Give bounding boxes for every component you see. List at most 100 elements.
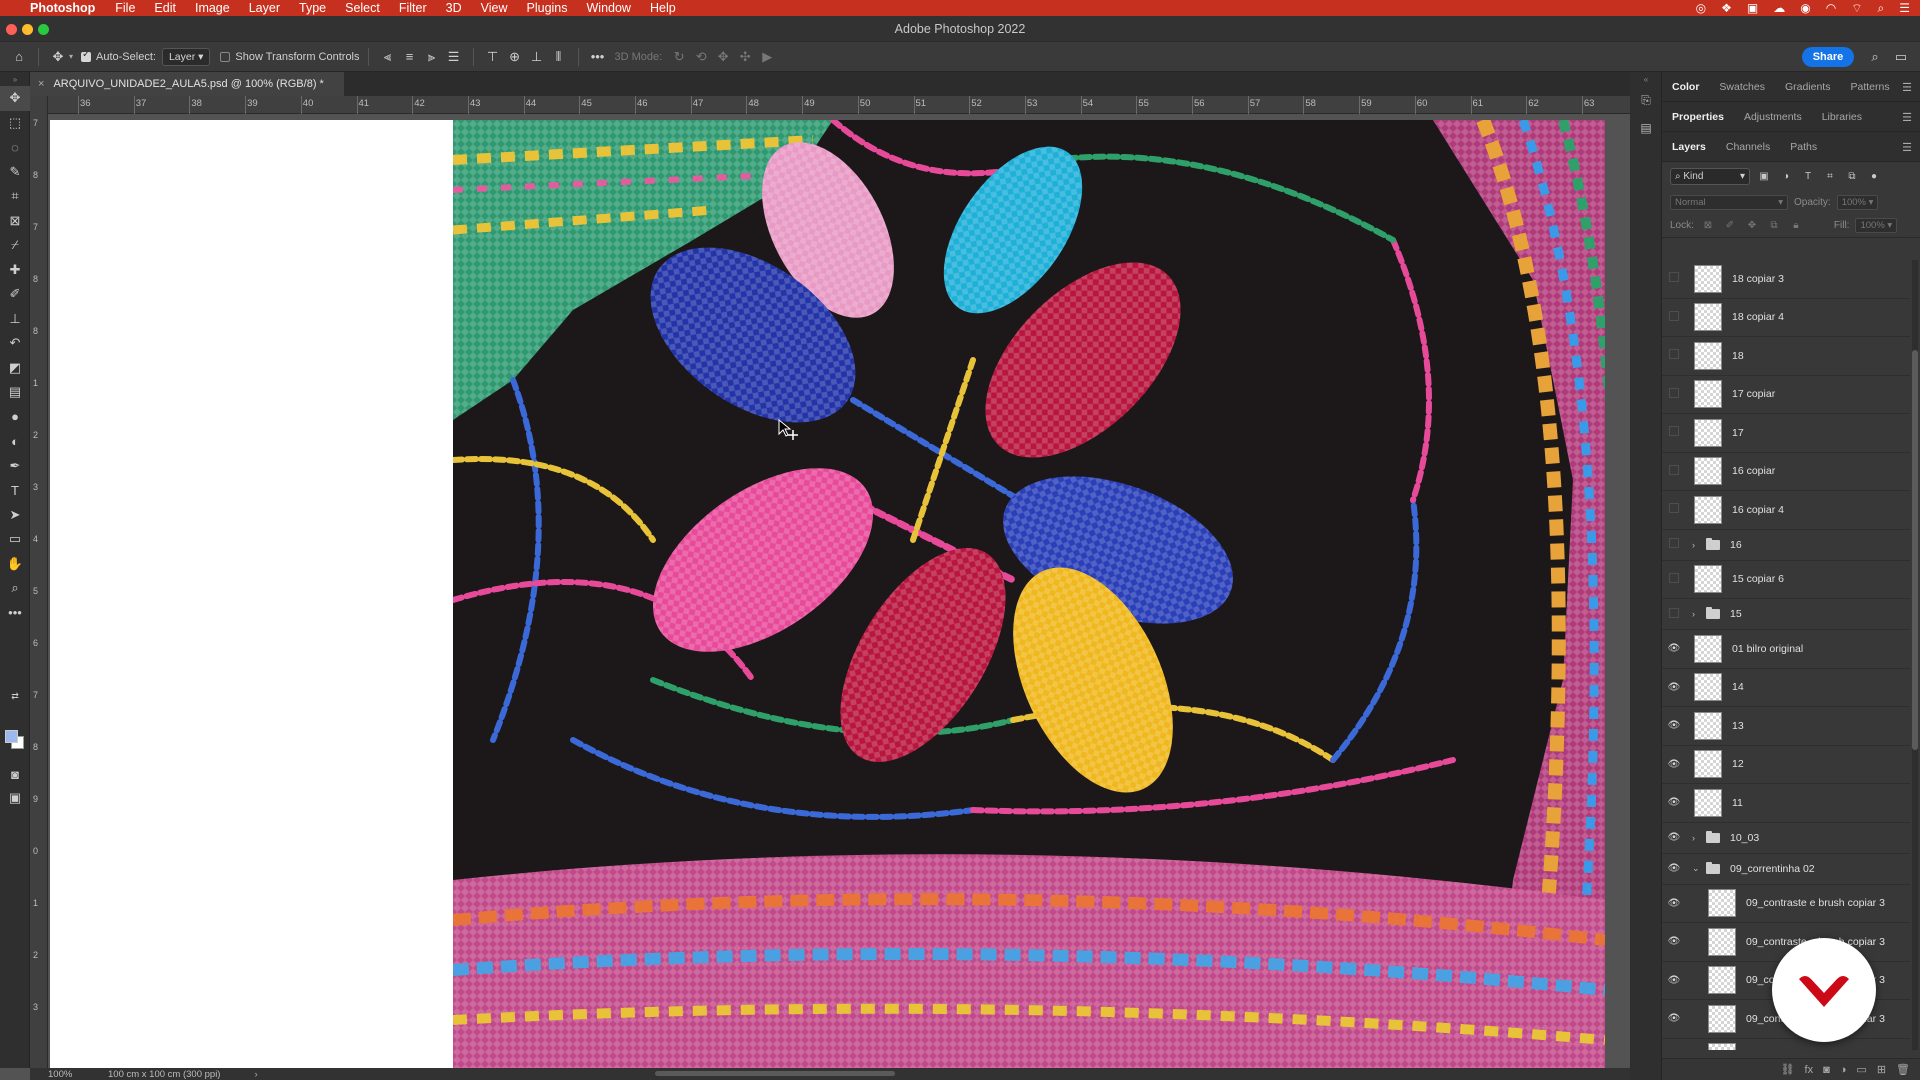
healing-brush-tool-icon[interactable]: ✚ (0, 258, 30, 283)
layer-row[interactable]: 18 copiar 3 (1662, 260, 1910, 299)
new-group-icon[interactable]: ▭ (1856, 1063, 1866, 1076)
blur-tool-icon[interactable]: ● (0, 405, 30, 430)
rectangle-tool-icon[interactable]: ▭ (0, 527, 30, 552)
pixel-filter-icon[interactable]: ▣ (1756, 171, 1772, 182)
layers-scrollbar[interactable] (1912, 260, 1918, 1050)
tab-color[interactable]: Color (1662, 81, 1709, 93)
layer-row[interactable]: 17 copiar (1662, 376, 1910, 414)
layer-row[interactable]: 17 (1662, 414, 1910, 453)
visibility-eye-icon[interactable] (1662, 272, 1686, 285)
more-options-icon[interactable]: ••• (587, 46, 609, 68)
search-icon[interactable]: ⌕ (1878, 1, 1885, 16)
layer-row[interactable]: 👁︎09_contraste e brush copiar 2 (1662, 1039, 1910, 1050)
brush-tool-icon[interactable]: ✐ (0, 282, 30, 307)
zoom-level[interactable]: 100% (48, 1069, 98, 1080)
align-top-icon[interactable]: ⊤ (482, 46, 504, 68)
lock-artboard-icon[interactable]: ⧉ (1766, 220, 1782, 231)
layer-row[interactable]: 16 copiar 4 (1662, 491, 1910, 530)
menu-file[interactable]: File (115, 1, 135, 15)
menu-type[interactable]: Type (299, 1, 326, 15)
visibility-eye-icon[interactable]: 👁︎ (1662, 720, 1686, 731)
3d-slide-icon[interactable]: ✣ (734, 46, 756, 68)
visibility-eye-icon[interactable] (1662, 310, 1686, 324)
opacity-field[interactable]: 100% ▾ (1836, 194, 1879, 210)
screen-mode-icon[interactable]: ▣ (0, 786, 30, 811)
distribute-icon[interactable]: ☰ (443, 46, 465, 68)
layer-group-row[interactable]: › 15 (1662, 599, 1910, 630)
visibility-eye-icon[interactable] (1662, 503, 1686, 516)
zoom-tool-icon[interactable]: ⌕ (0, 576, 30, 601)
visibility-eye-icon[interactable]: 👁︎ (1662, 975, 1686, 986)
close-document-icon[interactable]: × (38, 78, 44, 90)
tool-preset-chevron-icon[interactable]: ▾ (69, 52, 73, 61)
group-expanded-chevron-icon[interactable]: ⌄ (1692, 863, 1704, 874)
foreground-color-swatch[interactable] (5, 730, 18, 743)
layer-row[interactable]: 👁︎ 13 (1662, 707, 1910, 746)
menu-select[interactable]: Select (345, 1, 380, 15)
align-middle-icon[interactable]: ⊕ (504, 46, 526, 68)
frame-tool-icon[interactable]: ⊠ (0, 209, 30, 234)
camera-icon[interactable]: ◉ (1800, 1, 1810, 15)
dodge-tool-icon[interactable]: ◐ (0, 429, 30, 454)
group-collapsed-chevron-icon[interactable]: › (1692, 833, 1704, 843)
history-panel-icon[interactable]: ⎘ (1630, 86, 1662, 114)
minimize-window-button[interactable] (22, 24, 33, 35)
visibility-eye-icon[interactable] (1662, 464, 1686, 478)
3d-pan-icon[interactable]: ✥ (712, 46, 734, 68)
fill-field[interactable]: 100% ▾ (1855, 218, 1898, 233)
3d-roll-icon[interactable]: ⟲ (690, 46, 712, 68)
blend-mode-dropdown[interactable]: Normal ▾ (1670, 194, 1788, 210)
lock-pixels-icon[interactable]: ✐ (1722, 220, 1738, 231)
status-arrow-icon[interactable]: › (254, 1069, 257, 1080)
document-tab[interactable]: × ARQUIVO_UNIDADE2_AULA5.psd @ 100% (RGB… (30, 72, 345, 96)
lock-position-icon[interactable]: ✥ (1744, 220, 1760, 231)
lock-all-icon[interactable]: 🔒︎ (1788, 220, 1804, 231)
layer-row[interactable]: 👁︎ 11 (1662, 784, 1910, 823)
show-transform-controls-checkbox[interactable] (220, 51, 231, 62)
menu-filter[interactable]: Filter (399, 1, 427, 15)
visibility-eye-icon[interactable]: 👁︎ (1662, 797, 1686, 808)
tab-patterns[interactable]: Patterns (1840, 81, 1899, 93)
eraser-tool-icon[interactable]: ◩ (0, 356, 30, 381)
tab-adjustments[interactable]: Adjustments (1734, 111, 1812, 123)
tab-libraries[interactable]: Libraries (1812, 111, 1872, 123)
3d-orbit-icon[interactable]: ↻ (668, 46, 690, 68)
tab-paths[interactable]: Paths (1780, 141, 1827, 153)
layer-row[interactable]: 👁︎ 14 (1662, 669, 1910, 707)
airdrop-icon[interactable]: ◠ (1826, 1, 1836, 15)
visibility-eye-icon[interactable] (1662, 538, 1686, 551)
tab-properties[interactable]: Properties (1662, 111, 1734, 123)
visibility-eye-icon[interactable]: 👁︎ (1662, 643, 1686, 654)
type-filter-icon[interactable]: T (1800, 171, 1816, 182)
app-menu[interactable]: Photoshop (30, 1, 95, 15)
comments-panel-icon[interactable]: ▤ (1630, 114, 1662, 142)
align-left-icon[interactable]: ⫷ (377, 46, 399, 68)
menu-edit[interactable]: Edit (154, 1, 176, 15)
new-layer-icon[interactable]: ⊞ (1877, 1063, 1886, 1076)
menu-view[interactable]: View (481, 1, 508, 15)
3d-camera-icon[interactable]: ▶ (756, 46, 778, 68)
wifi-icon[interactable]: ⌔ (1851, 1, 1862, 16)
smart-object-filter-icon[interactable]: ⧉ (1844, 171, 1860, 182)
gradient-tool-icon[interactable]: ▤ (0, 380, 30, 405)
horizontal-ruler[interactable]: 36 37 38 39 40 41 42 43 44 45 46 47 48 49 50 51 52 53 54 55… (48, 96, 1630, 114)
align-center-icon[interactable]: ≡ (399, 46, 421, 68)
clone-stamp-tool-icon[interactable]: ⊥ (0, 307, 30, 332)
hand-tool-icon[interactable]: ✋ (0, 552, 30, 577)
visibility-eye-icon[interactable]: 👁︎ (1662, 682, 1686, 693)
visibility-eye-icon[interactable] (1662, 572, 1686, 586)
align-bottom-icon[interactable]: ⊥ (526, 46, 548, 68)
zoom-window-button[interactable] (38, 24, 49, 35)
auto-select-checkbox[interactable] (81, 49, 92, 62)
link-layers-icon[interactable]: ⛓ (1781, 1063, 1795, 1076)
pen-tool-icon[interactable]: ✒ (0, 454, 30, 479)
path-selection-tool-icon[interactable]: ➤ (0, 503, 30, 528)
auto-select-target-dropdown[interactable]: Layer ▾ (161, 47, 211, 66)
horizontal-scrollbar[interactable] (655, 1071, 895, 1076)
marquee-tool-icon[interactable]: ⬚ (0, 111, 30, 136)
add-mask-icon[interactable]: ◙ (1823, 1064, 1830, 1076)
creative-cloud-icon[interactable]: ◎ (1696, 1, 1706, 15)
quick-mask-icon[interactable]: ◙ (0, 762, 30, 787)
visibility-eye-icon[interactable]: 👁︎ (1662, 898, 1686, 909)
group-collapsed-chevron-icon[interactable]: › (1692, 609, 1704, 619)
